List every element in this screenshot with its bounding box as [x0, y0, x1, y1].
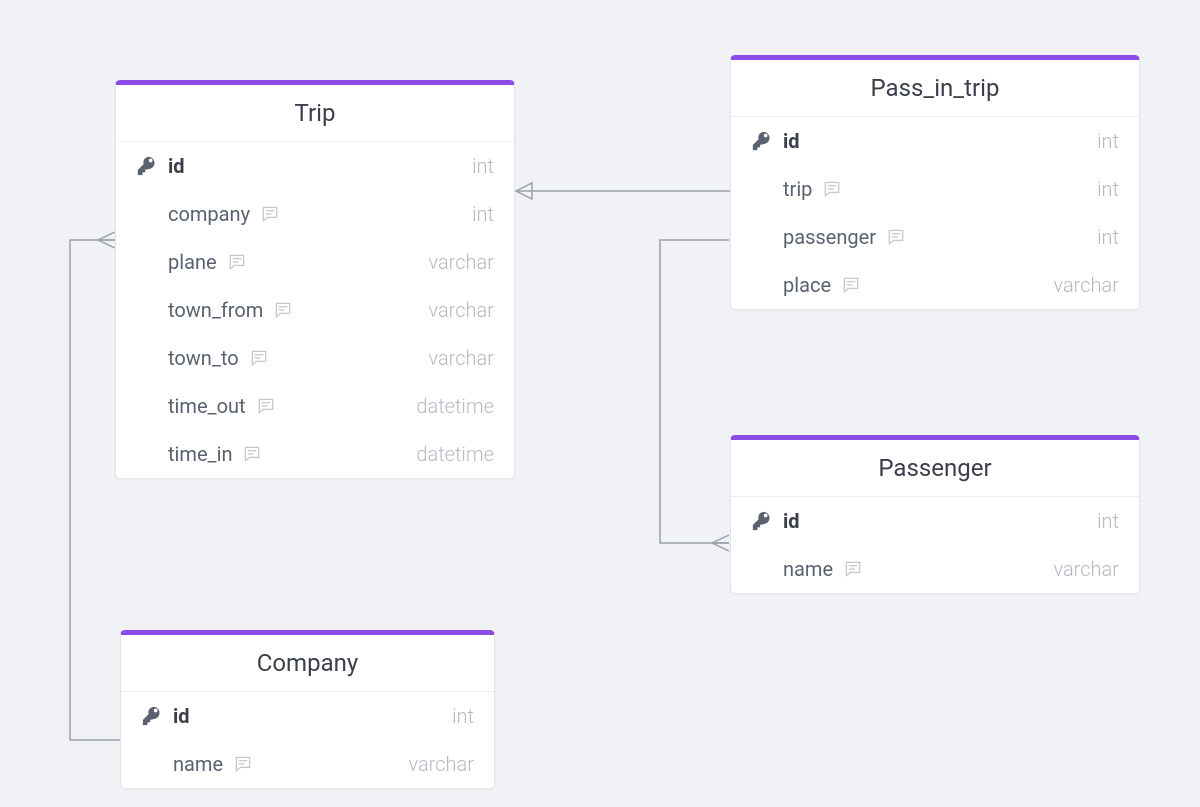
- comment-icon: [841, 275, 861, 295]
- field-name: company: [168, 202, 250, 226]
- field-row[interactable]: town_to varchar: [116, 334, 514, 382]
- field-type: varchar: [1053, 557, 1119, 581]
- field-name: place: [783, 273, 831, 297]
- field-name: id: [168, 154, 185, 178]
- field-name: time_out: [168, 394, 246, 418]
- field-row[interactable]: id int: [121, 692, 494, 740]
- entity-title: Pass_in_trip: [731, 60, 1139, 117]
- comment-icon: [822, 179, 842, 199]
- field-row[interactable]: town_from varchar: [116, 286, 514, 334]
- field-name: name: [173, 752, 223, 776]
- comment-icon: [843, 559, 863, 579]
- field-type: varchar: [428, 298, 494, 322]
- entity-trip[interactable]: Trip id int company int plan: [115, 80, 515, 479]
- field-row[interactable]: trip int: [731, 165, 1139, 213]
- field-row[interactable]: time_out datetime: [116, 382, 514, 430]
- entity-company[interactable]: Company id int name varchar: [120, 630, 495, 789]
- field-type: int: [452, 704, 474, 728]
- field-type: int: [472, 154, 494, 178]
- field-type: varchar: [1053, 273, 1119, 297]
- key-icon: [141, 705, 163, 727]
- field-row[interactable]: place varchar: [731, 261, 1139, 309]
- entity-pass-in-trip[interactable]: Pass_in_trip id int trip int: [730, 55, 1140, 310]
- field-name: passenger: [783, 225, 876, 249]
- field-name: town_from: [168, 298, 263, 322]
- field-row[interactable]: id int: [731, 497, 1139, 545]
- field-row[interactable]: name varchar: [731, 545, 1139, 593]
- field-type: varchar: [408, 752, 474, 776]
- field-name: town_to: [168, 346, 239, 370]
- comment-icon: [233, 754, 253, 774]
- field-name: time_in: [168, 442, 232, 466]
- field-type: varchar: [428, 346, 494, 370]
- comment-icon: [260, 204, 280, 224]
- entity-title: Passenger: [731, 440, 1139, 497]
- field-row[interactable]: id int: [116, 142, 514, 190]
- field-row[interactable]: id int: [731, 117, 1139, 165]
- field-name: trip: [783, 177, 812, 201]
- arrowhead-icon: [516, 183, 532, 199]
- er-diagram-canvas[interactable]: Trip id int company int plan: [0, 0, 1200, 807]
- field-type: datetime: [416, 394, 494, 418]
- field-type: int: [472, 202, 494, 226]
- comment-icon: [227, 252, 247, 272]
- field-type: int: [1097, 509, 1119, 533]
- crowfoot-icon: [712, 535, 729, 551]
- field-type: int: [1097, 225, 1119, 249]
- field-type: int: [1097, 129, 1119, 153]
- field-row[interactable]: plane varchar: [116, 238, 514, 286]
- comment-icon: [273, 300, 293, 320]
- key-icon: [751, 510, 773, 532]
- entity-passenger[interactable]: Passenger id int name varchar: [730, 435, 1140, 594]
- key-icon: [136, 155, 158, 177]
- field-name: id: [173, 704, 190, 728]
- field-type: varchar: [428, 250, 494, 274]
- field-name: id: [783, 129, 800, 153]
- connector-trip-to-company: [70, 240, 120, 740]
- field-name: name: [783, 557, 833, 581]
- crowfoot-icon: [98, 232, 115, 248]
- field-name: id: [783, 509, 800, 533]
- comment-icon: [886, 227, 906, 247]
- field-row[interactable]: time_in datetime: [116, 430, 514, 478]
- field-row[interactable]: name varchar: [121, 740, 494, 788]
- comment-icon: [249, 348, 269, 368]
- entity-title: Trip: [116, 85, 514, 142]
- field-row[interactable]: passenger int: [731, 213, 1139, 261]
- entity-title: Company: [121, 635, 494, 692]
- comment-icon: [242, 444, 262, 464]
- field-name: plane: [168, 250, 217, 274]
- key-icon: [751, 130, 773, 152]
- field-row[interactable]: company int: [116, 190, 514, 238]
- comment-icon: [256, 396, 276, 416]
- field-type: datetime: [416, 442, 494, 466]
- field-type: int: [1097, 177, 1119, 201]
- connector-passintrip-to-passenger: [660, 240, 729, 543]
